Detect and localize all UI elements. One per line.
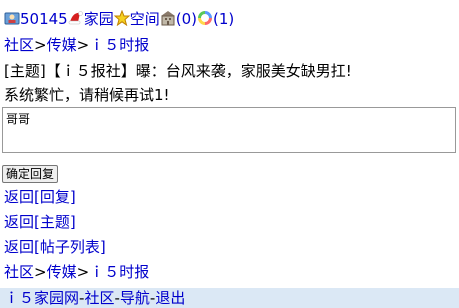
breadcrumb-separator: >	[34, 263, 47, 281]
home-link[interactable]: 家园	[84, 10, 114, 28]
header-bar: 50145 家园 空间 (0) (1)	[4, 9, 234, 29]
footer-nav-link[interactable]: 导航	[120, 289, 150, 307]
reply-textarea[interactable]: 哥哥	[2, 107, 456, 153]
breadcrumb-community-link[interactable]: 社区	[4, 263, 34, 281]
back-to-topic-link[interactable]: 返回[主题]	[4, 213, 76, 231]
star-icon	[113, 9, 131, 27]
mailbox-icon	[160, 10, 176, 26]
santa-hat-icon	[68, 10, 84, 26]
color-ring-icon	[197, 10, 213, 26]
breadcrumb-board-link[interactable]: ｉ５时报	[89, 263, 149, 281]
back-to-post-list-link[interactable]: 返回[帖子列表]	[4, 238, 106, 256]
messages-link[interactable]: (0)	[176, 10, 197, 28]
post-title: 【ｉ５报社】曝：台风来袭，家服美女缺男扛!	[45, 62, 352, 80]
back-to-reply-link[interactable]: 返回[回复]	[4, 188, 76, 206]
submit-reply-button[interactable]: 确定回复	[2, 165, 59, 183]
breadcrumb-channel-link[interactable]: 传媒	[47, 263, 77, 281]
error-message: 系统繁忙，请稍候再试1!	[4, 86, 170, 104]
breadcrumb-channel-link[interactable]: 传媒	[47, 36, 77, 54]
post-tag: [主题]	[4, 62, 46, 80]
footer-logout-link[interactable]: 退出	[155, 289, 185, 307]
space-link[interactable]: 空间	[130, 10, 160, 28]
breadcrumb-top: 社区>传媒>ｉ５时报	[4, 35, 149, 55]
footer-community-link[interactable]: 社区	[84, 289, 114, 307]
notices-link[interactable]: (1)	[213, 10, 234, 28]
breadcrumb-separator: >	[76, 263, 90, 281]
breadcrumb-separator: >	[76, 36, 90, 54]
breadcrumb-separator: >	[34, 36, 47, 54]
post-title-line: [主题]【ｉ５报社】曝：台风来袭，家服美女缺男扛!	[4, 61, 352, 81]
user-id-link[interactable]: 50145	[20, 10, 68, 28]
breadcrumb-bottom: 社区>传媒>ｉ５时报	[4, 262, 149, 282]
footer-nav: ｉ５家园网-社区-导航-退出	[0, 288, 459, 308]
breadcrumb-community-link[interactable]: 社区	[4, 36, 34, 54]
back-reply-row: 返回[回复]	[4, 187, 76, 207]
footer-site-link[interactable]: ｉ５家园网	[4, 289, 79, 307]
back-topic-row: 返回[主题]	[4, 212, 76, 232]
breadcrumb-board-link[interactable]: ｉ５时报	[89, 36, 149, 54]
back-list-row: 返回[帖子列表]	[4, 237, 106, 257]
user-icon	[4, 10, 20, 26]
